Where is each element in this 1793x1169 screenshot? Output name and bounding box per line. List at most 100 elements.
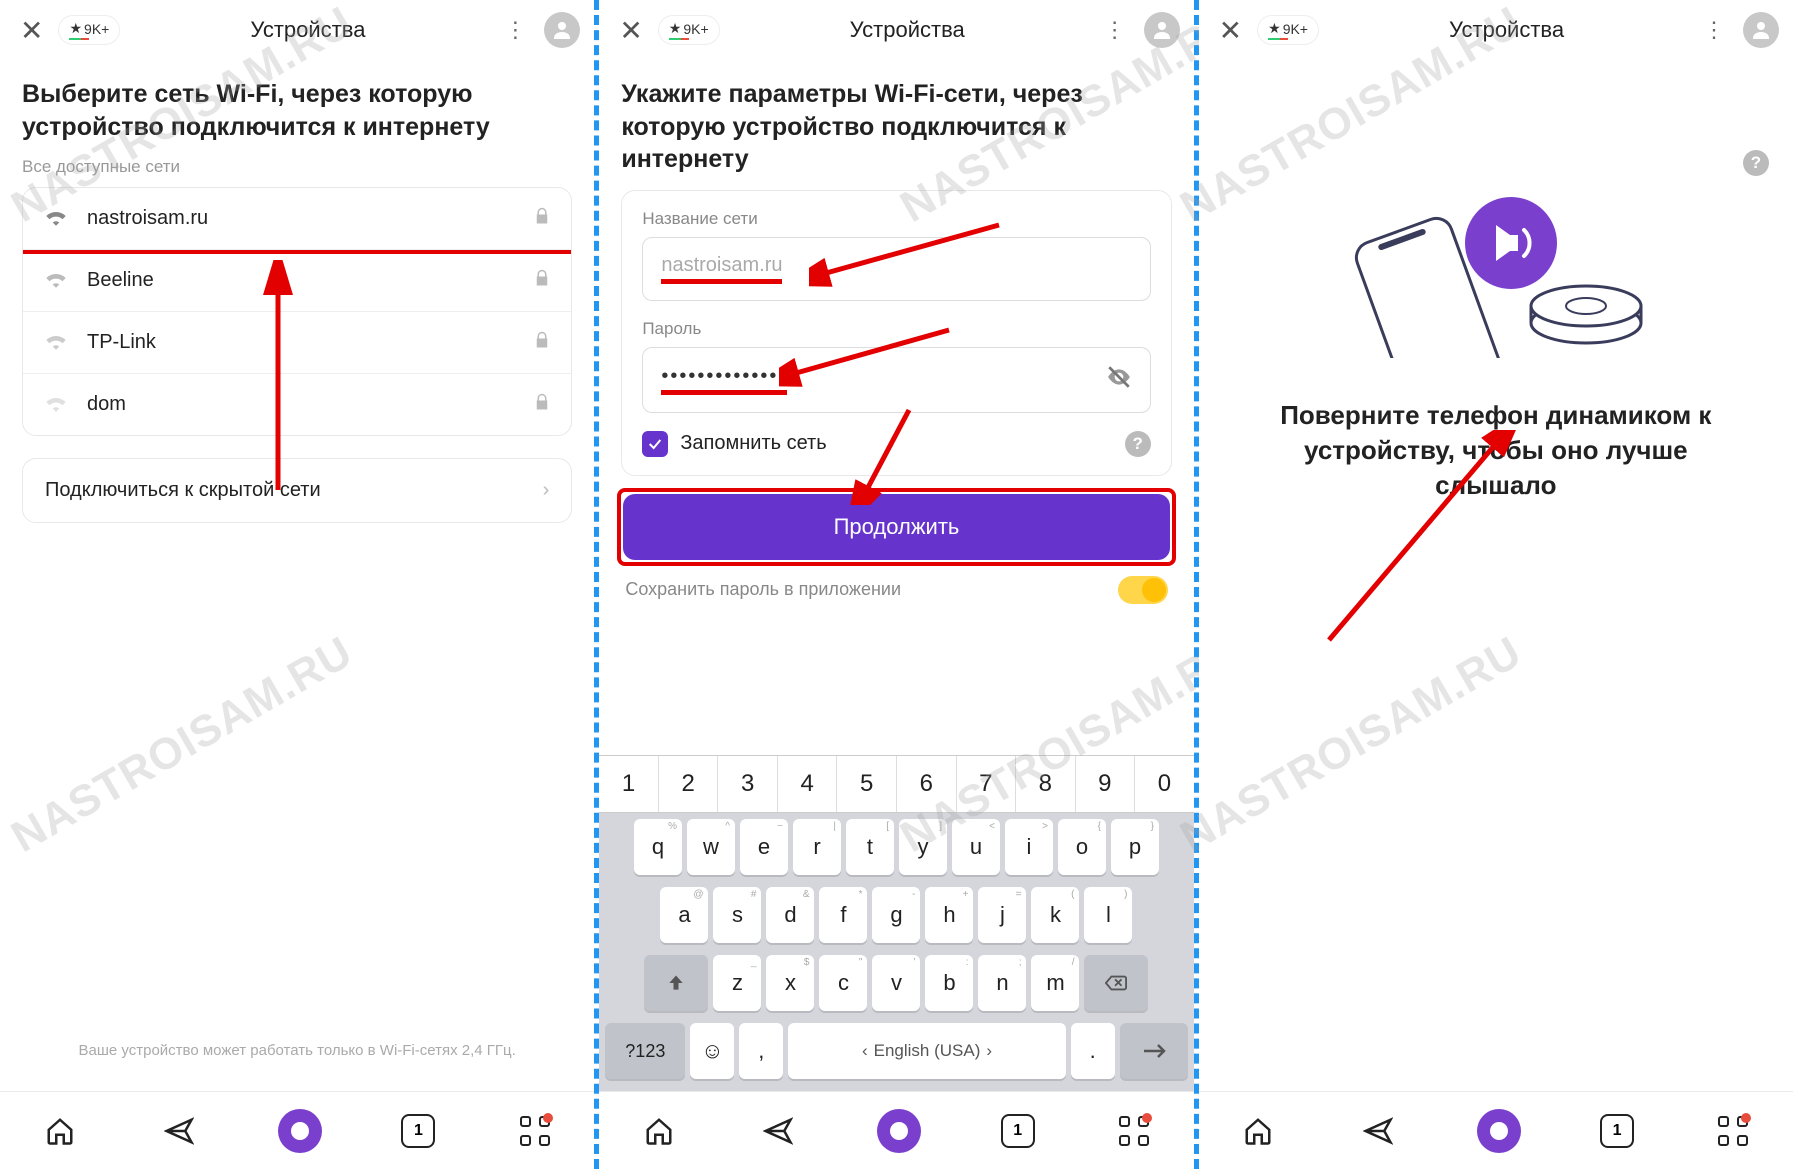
wifi-name: Beeline: [87, 269, 533, 292]
close-icon[interactable]: ✕: [14, 14, 49, 47]
backspace-key[interactable]: [1084, 955, 1148, 1011]
password-label: Пароль: [642, 319, 1150, 339]
eye-off-icon[interactable]: [1106, 364, 1132, 396]
letter-key[interactable]: t[: [846, 819, 894, 875]
letter-key[interactable]: x$: [766, 955, 814, 1011]
emoji-key[interactable]: ☺: [690, 1023, 734, 1079]
alice-icon[interactable]: [1477, 1109, 1521, 1153]
letter-key[interactable]: l): [1084, 887, 1132, 943]
letter-key[interactable]: b:: [925, 955, 973, 1011]
remember-checkbox[interactable]: [642, 431, 668, 457]
star-icon: ★: [69, 20, 82, 37]
letter-key[interactable]: y]: [899, 819, 947, 875]
letter-key[interactable]: s#: [713, 887, 761, 943]
close-icon[interactable]: ✕: [1213, 14, 1248, 47]
apps-grid-icon[interactable]: [515, 1111, 555, 1151]
tabs-counter[interactable]: 1: [1001, 1114, 1035, 1148]
letter-key[interactable]: r|: [793, 819, 841, 875]
dot-key[interactable]: .: [1071, 1023, 1115, 1079]
menu-dots-icon[interactable]: ⋮: [1096, 17, 1134, 43]
number-key[interactable]: 4: [778, 756, 838, 812]
alice-icon[interactable]: [877, 1109, 921, 1153]
continue-button[interactable]: Продолжить: [623, 494, 1169, 560]
letter-key[interactable]: a@: [660, 887, 708, 943]
letter-key[interactable]: n;: [978, 955, 1026, 1011]
letter-key[interactable]: k(: [1031, 887, 1079, 943]
menu-dots-icon[interactable]: ⋮: [496, 17, 534, 43]
send-icon[interactable]: [1358, 1111, 1398, 1151]
menu-dots-icon[interactable]: ⋮: [1695, 17, 1733, 43]
letter-key[interactable]: e~: [740, 819, 788, 875]
apps-grid-icon[interactable]: [1713, 1111, 1753, 1151]
topbar: ✕ ★9K+ Устройства ⋮: [1199, 0, 1793, 60]
save-password-label: Сохранить пароль в приложении: [625, 579, 901, 600]
network-name-label: Название сети: [642, 209, 1150, 229]
send-icon[interactable]: [159, 1111, 199, 1151]
number-key[interactable]: 2: [659, 756, 719, 812]
letter-key[interactable]: f*: [819, 887, 867, 943]
send-icon[interactable]: [758, 1111, 798, 1151]
remember-row: Запомнить сеть ?: [642, 431, 1150, 457]
spacebar-key[interactable]: ‹ English (USA) ›: [788, 1023, 1065, 1079]
number-key[interactable]: 1: [599, 756, 659, 812]
topbar: ✕ ★9K+ Устройства ⋮: [0, 0, 594, 60]
hidden-network-card[interactable]: Подключиться к скрытой сети ›: [22, 458, 572, 523]
letter-key[interactable]: u<: [952, 819, 1000, 875]
comma-key[interactable]: ,: [739, 1023, 783, 1079]
hidden-network-label: Подключиться к скрытой сети: [45, 479, 543, 502]
enter-key[interactable]: [1120, 1023, 1188, 1079]
illustration: [1221, 158, 1771, 358]
home-icon[interactable]: [40, 1111, 80, 1151]
number-key[interactable]: 9: [1076, 756, 1136, 812]
network-name-input[interactable]: nastroisam.ru: [642, 237, 1150, 301]
letter-key[interactable]: o{: [1058, 819, 1106, 875]
rating-chip[interactable]: ★9K+: [59, 16, 119, 44]
tabs-counter[interactable]: 1: [401, 1114, 435, 1148]
letter-key[interactable]: c": [819, 955, 867, 1011]
help-icon[interactable]: ?: [1125, 431, 1151, 457]
wifi-item-tplink[interactable]: TP-Link: [23, 312, 571, 374]
number-key[interactable]: 3: [718, 756, 778, 812]
wifi-item-nastroisam[interactable]: nastroisam.ru: [23, 188, 571, 250]
letter-key[interactable]: d&: [766, 887, 814, 943]
wifi-item-dom[interactable]: dom: [23, 374, 571, 435]
wifi-item-beeline[interactable]: Beeline: [23, 250, 571, 312]
shift-key[interactable]: [644, 955, 708, 1011]
letter-key[interactable]: w^: [687, 819, 735, 875]
number-key[interactable]: 7: [957, 756, 1017, 812]
rating-chip[interactable]: ★9K+: [659, 16, 719, 44]
letter-key[interactable]: j=: [978, 887, 1026, 943]
number-key[interactable]: 5: [837, 756, 897, 812]
letter-key[interactable]: m/: [1031, 955, 1079, 1011]
number-key[interactable]: 8: [1016, 756, 1076, 812]
letter-key[interactable]: i>: [1005, 819, 1053, 875]
tabs-counter[interactable]: 1: [1600, 1114, 1634, 1148]
home-icon[interactable]: [1238, 1111, 1278, 1151]
avatar[interactable]: [544, 12, 580, 48]
lock-icon: [533, 207, 551, 230]
number-key[interactable]: 6: [897, 756, 957, 812]
apps-grid-icon[interactable]: [1114, 1111, 1154, 1151]
rating-chip[interactable]: ★9K+: [1258, 16, 1318, 44]
letter-key[interactable]: q%: [634, 819, 682, 875]
help-icon[interactable]: ?: [1743, 150, 1769, 176]
home-icon[interactable]: [639, 1111, 679, 1151]
avatar[interactable]: [1144, 12, 1180, 48]
letter-key[interactable]: v': [872, 955, 920, 1011]
alice-icon[interactable]: [278, 1109, 322, 1153]
letter-key[interactable]: p}: [1111, 819, 1159, 875]
wifi-signal-icon: [43, 392, 69, 417]
password-input[interactable]: ••••••••••••••: [642, 347, 1150, 413]
close-icon[interactable]: ✕: [613, 14, 648, 47]
pane-wifi-params: ✕ ★9K+ Устройства ⋮ Укажите параметры Wi…: [599, 0, 1193, 1169]
wifi-form-card: Название сети nastroisam.ru Пароль •••••…: [621, 190, 1171, 476]
keyboard-number-row: 1234567890: [599, 755, 1193, 813]
number-key[interactable]: 0: [1135, 756, 1194, 812]
symbols-key[interactable]: ?123: [605, 1023, 685, 1079]
letter-key[interactable]: h+: [925, 887, 973, 943]
avatar[interactable]: [1743, 12, 1779, 48]
footer-note: Ваше устройство может работать только в …: [0, 1042, 594, 1059]
letter-key[interactable]: z_: [713, 955, 761, 1011]
letter-key[interactable]: g-: [872, 887, 920, 943]
save-password-toggle[interactable]: [1118, 576, 1168, 604]
